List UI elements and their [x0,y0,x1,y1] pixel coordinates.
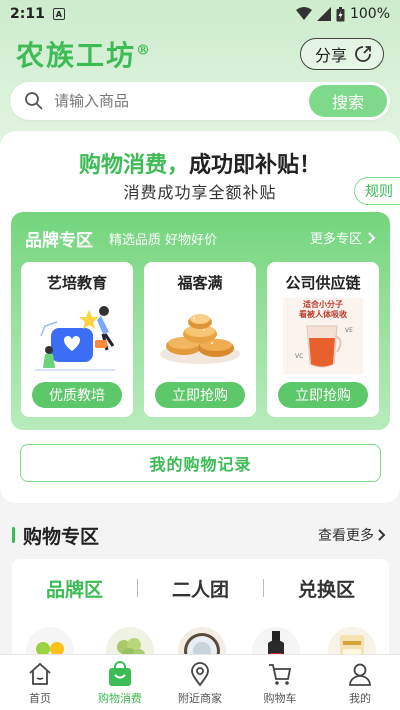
user-icon [349,663,371,686]
education-button[interactable]: 优质教培 [32,382,122,408]
share-icon [355,46,371,62]
more-zones-link[interactable]: 更多专区 [310,228,376,247]
view-more-link[interactable]: 查看更多 [318,525,386,545]
shop-section-header: 购物专区 查看更多 [12,522,386,548]
tab-cart[interactable]: 购物车 [240,655,320,710]
notification-icon: A [52,8,65,20]
brand-zone-title: 品牌专区 [25,231,93,251]
brand-item-education[interactable]: 艺培教育 优质教培 [21,262,133,417]
shop-section-title: 购物专区 [23,525,100,548]
search-input[interactable] [54,92,309,110]
cart-icon [269,664,292,685]
status-time: 2:11 [10,6,45,22]
location-pin-icon [191,662,209,687]
search-bar: 搜索 [10,82,390,120]
tab-exchange[interactable]: 兑换区 [264,575,389,602]
wifi-icon [295,7,312,20]
chevron-right-icon [378,529,386,541]
svg-text:VE: VE [345,327,353,334]
shop-card: 品牌区 二人团 兑换区 [12,559,389,669]
shopping-bag-icon [109,661,131,686]
battery-icon [336,6,345,21]
brand-zone: 品牌专区 精选品质 好物好价 更多专区 艺培教育 优质教培 福客满 立即抢购 公… [11,212,390,430]
tab-group-buy[interactable]: 二人团 [138,575,263,602]
promo-card: 购物消费，成功即补贴！ 消费成功享全额补贴 规则 品牌专区 精选品质 好物好价 … [0,131,400,503]
bottom-tab-bar: 首页 购物消费 附近商家 购物车 我的 [0,654,400,710]
tab-home[interactable]: 首页 [0,655,80,710]
tab-brand-area[interactable]: 品牌区 [12,575,137,602]
section-accent-bar [12,527,15,543]
brand-zone-subtitle: 精选品质 好物好价 [109,233,218,248]
chevron-right-icon [368,231,376,244]
status-icons: 100% [295,6,390,22]
svg-text:适合小分子: 适合小分子 [303,299,343,309]
tab-nearby[interactable]: 附近商家 [160,655,240,710]
shop-tabs: 品牌区 二人团 兑换区 [12,571,389,605]
brand-item-fukeman[interactable]: 福客满 立即抢购 [144,262,256,417]
brand-item-supply-chain[interactable]: 公司供应链 适合小分子 看被人体吸收 VC VE 立即抢购 [267,262,379,417]
app-header: 农族工坊® 分享 [16,34,384,74]
pastry-image-icon [160,314,240,364]
tab-shopping[interactable]: 购物消费 [80,655,160,710]
fukeman-buy-button[interactable]: 立即抢购 [155,382,245,408]
my-purchase-records-button[interactable]: 我的购物记录 [20,444,381,482]
status-bar: 2:11 A 100% [0,0,400,28]
svg-text:VC: VC [295,353,303,360]
app-logo: 农族工坊® [16,39,153,72]
home-icon [29,662,51,685]
search-button[interactable]: 搜索 [309,85,387,117]
rules-button[interactable]: 规则 [354,177,400,205]
supply-chain-buy-button[interactable]: 立即抢购 [278,382,368,408]
search-icon [25,92,43,110]
education-illustration-icon [35,306,115,371]
promo-subtitle: 消费成功享全额补贴 [123,183,277,202]
signal-icon [316,7,331,21]
drink-poster-icon: 适合小分子 看被人体吸收 VC VE [283,298,363,374]
promo-headline: 购物消费，成功即补贴！ [78,153,322,178]
battery-level: 100% [349,6,390,22]
tab-mine[interactable]: 我的 [320,655,400,710]
svg-text:看被人体吸收: 看被人体吸收 [298,309,347,319]
share-label: 分享 [314,46,347,65]
share-button[interactable]: 分享 [299,38,384,70]
